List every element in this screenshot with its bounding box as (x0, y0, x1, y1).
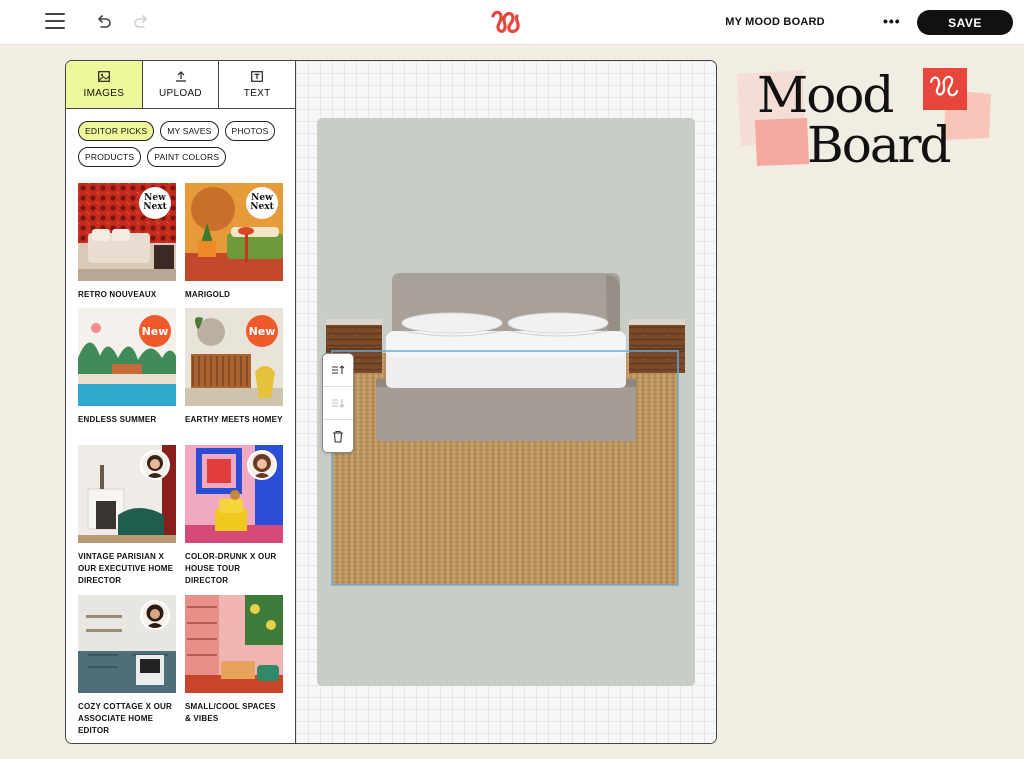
board-items (326, 273, 685, 586)
image-card-marigold[interactable]: New Next MARIGOLD (185, 183, 283, 301)
bring-forward-button[interactable] (323, 354, 353, 387)
card-caption: SMALL/COOL SPACES & VIBES (185, 702, 276, 723)
brand-logo-icon[interactable] (489, 8, 523, 36)
image-icon (97, 70, 110, 82)
card-caption: MARIGOLD (185, 290, 231, 299)
card-thumbnail: New Next (185, 183, 283, 281)
editor-avatar (140, 600, 170, 630)
save-button[interactable]: SAVE (917, 10, 1013, 35)
badge-line: Next (250, 202, 274, 212)
card-thumbnail (78, 595, 176, 693)
avatar-portrait-icon (142, 602, 168, 628)
editor-avatar (140, 450, 170, 480)
mood-board-heading: Mood Board (733, 64, 993, 174)
filter-paint-colors[interactable]: PAINT COLORS (147, 147, 227, 167)
filter-my-saves[interactable]: MY SAVES (160, 121, 219, 141)
card-caption: EARTHY MEETS HOMEY (185, 415, 283, 424)
card-thumbnail (78, 445, 176, 543)
avatar-portrait-icon (142, 452, 168, 478)
card-caption: ENDLESS SUMMER (78, 415, 157, 424)
card-thumbnail: New (185, 308, 283, 406)
asset-panel: IMAGES UPLOAD TEXT EDITOR PICKS MY SAVES… (66, 61, 296, 743)
filter-editor-picks[interactable]: EDITOR PICKS (78, 121, 155, 141)
filter-products[interactable]: PRODUCTS (78, 147, 142, 167)
new-next-badge: New Next (246, 187, 278, 219)
card-thumbnail: New Next (78, 183, 176, 281)
bring-forward-icon (332, 365, 345, 374)
right-nightstand[interactable] (629, 319, 685, 373)
send-backward-icon (332, 399, 345, 408)
tab-upload[interactable]: UPLOAD (143, 61, 220, 108)
image-card-retro-nouveaux[interactable]: New Next RETRO NOUVEAUX (78, 183, 176, 301)
text-icon (251, 70, 264, 82)
hamburger-menu-icon[interactable] (45, 13, 65, 29)
filter-photos[interactable]: PHOTOS (224, 121, 276, 141)
redo-icon[interactable] (132, 13, 150, 31)
filter-chips: EDITOR PICKS MY SAVES PHOTOS PRODUCTS PA… (66, 109, 296, 167)
mood-board-editor: IMAGES UPLOAD TEXT EDITOR PICKS MY SAVES… (65, 60, 717, 744)
heading-line-board: Board (807, 116, 952, 174)
upholstered-bed[interactable] (376, 273, 636, 441)
image-card-cozy-cottage[interactable]: COZY COTTAGE X OUR ASSOCIATE HOME EDITOR (78, 595, 176, 737)
new-badge: New (246, 315, 278, 347)
avatar-portrait-icon (249, 452, 275, 478)
card-caption: VINTAGE PARISIAN X OUR EXECUTIVE HOME DI… (78, 552, 174, 585)
badge-line: Next (143, 202, 167, 212)
small-spaces-image (185, 595, 283, 693)
new-next-badge: New Next (139, 187, 171, 219)
image-card-earthy-meets-homey[interactable]: New EARTHY MEETS HOMEY (185, 308, 283, 426)
panel-tabs: IMAGES UPLOAD TEXT (66, 61, 295, 109)
image-card-color-drunk[interactable]: COLOR-DRUNK X OUR HOUSE TOUR DIRECTOR (185, 445, 283, 587)
tab-label: TEXT (243, 87, 271, 99)
item-toolbar (322, 353, 354, 453)
card-caption: COLOR-DRUNK X OUR HOUSE TOUR DIRECTOR (185, 552, 277, 585)
trash-icon (333, 430, 343, 443)
undo-icon[interactable] (95, 13, 113, 31)
card-thumbnail (185, 595, 283, 693)
tab-label: IMAGES (83, 87, 125, 99)
heading-line-mood: Mood (757, 66, 894, 124)
card-caption: COZY COTTAGE X OUR ASSOCIATE HOME EDITOR (78, 702, 172, 735)
card-thumbnail: New (78, 308, 176, 406)
delete-item-button[interactable] (323, 420, 353, 453)
tab-label: UPLOAD (159, 87, 202, 99)
new-badge: New (139, 315, 171, 347)
upload-icon (175, 70, 186, 82)
board-title[interactable]: MY MOOD BOARD (710, 16, 840, 28)
image-card-small-cool-spaces[interactable]: SMALL/COOL SPACES & VIBES (185, 595, 283, 725)
top-bar: MY MOOD BOARD ••• SAVE (0, 0, 1024, 45)
editor-avatar (247, 450, 277, 480)
more-options-icon[interactable]: ••• (883, 13, 901, 29)
card-caption: RETRO NOUVEAUX (78, 290, 157, 299)
image-card-vintage-parisian[interactable]: VINTAGE PARISIAN X OUR EXECUTIVE HOME DI… (78, 445, 176, 587)
send-backward-button[interactable] (323, 387, 353, 420)
tab-text[interactable]: TEXT (219, 61, 295, 108)
board-canvas[interactable] (296, 61, 716, 743)
card-thumbnail (185, 445, 283, 543)
image-card-endless-summer[interactable]: New ENDLESS SUMMER (78, 308, 176, 426)
tab-images[interactable]: IMAGES (66, 61, 143, 108)
